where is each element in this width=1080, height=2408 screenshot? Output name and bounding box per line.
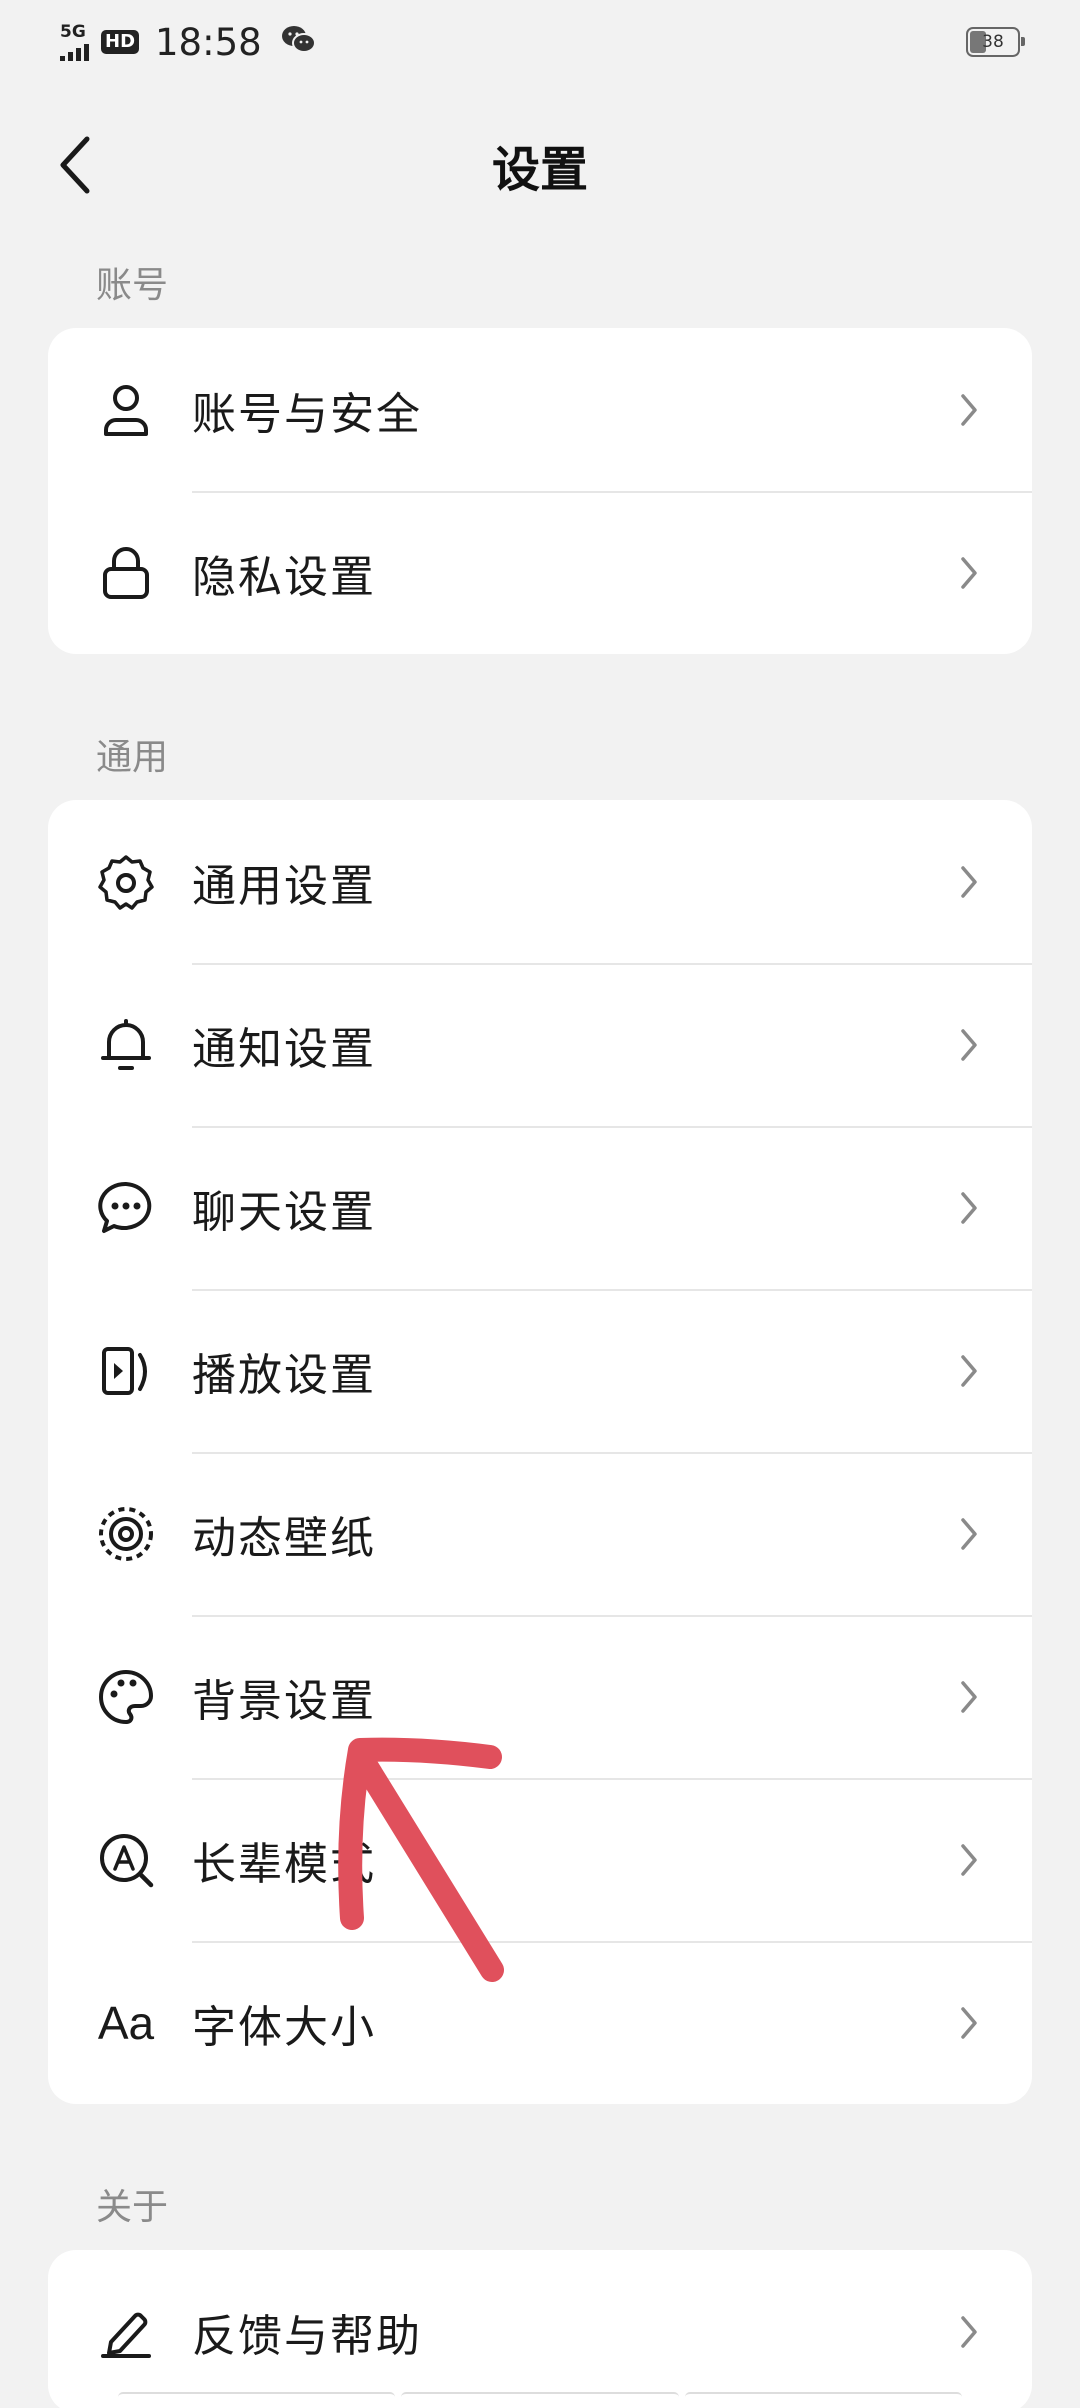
- row-label: 动态壁纸: [192, 1512, 376, 1564]
- font-size-row[interactable]: Aa 字体大小: [48, 1941, 1032, 2104]
- general-settings-row[interactable]: 通用设置: [48, 800, 1032, 963]
- section-label-about: 关于: [96, 2187, 169, 2228]
- row-label: 通用设置: [192, 860, 376, 912]
- play-icon: [96, 1341, 156, 1401]
- chevron-right-icon: [954, 1025, 984, 1065]
- battery-icon: 38: [966, 27, 1025, 57]
- background-settings-row[interactable]: 背景设置: [48, 1615, 1032, 1778]
- feedback-help-row[interactable]: 反馈与帮助: [48, 2250, 1032, 2408]
- bottom-scroll-hint: [118, 2392, 962, 2402]
- row-label: 隐私设置: [192, 551, 376, 603]
- chevron-right-icon: [954, 1677, 984, 1717]
- page-title: 设置: [491, 142, 588, 198]
- elder-mode-icon: [96, 1830, 156, 1890]
- chevron-right-icon: [954, 553, 984, 593]
- chat-settings-row[interactable]: 聊天设置: [48, 1126, 1032, 1289]
- about-card: 反馈与帮助: [48, 2250, 1032, 2408]
- general-card: 通用设置 通知设置 聊天设置 播放设置 动态壁纸 背景设置 长辈模式 Aa 字体…: [48, 800, 1032, 2104]
- chevron-right-icon: [954, 1514, 984, 1554]
- section-label-general: 通用: [96, 737, 169, 778]
- status-bar: 5G HD 18:58 38: [0, 0, 1080, 84]
- network-type: 5G: [60, 21, 86, 42]
- elder-mode-row[interactable]: 长辈模式: [48, 1778, 1032, 1941]
- row-label: 账号与安全: [192, 388, 422, 440]
- row-label: 聊天设置: [192, 1186, 376, 1238]
- chevron-right-icon: [954, 2312, 984, 2352]
- row-label: 反馈与帮助: [192, 2310, 422, 2362]
- chevron-right-icon: [954, 2003, 984, 2043]
- account-security-row[interactable]: 账号与安全: [48, 328, 1032, 491]
- font-size-icon: Aa: [96, 1993, 156, 2053]
- settings-screen: 5G HD 18:58 38 设置 账号 账号与安全 隐私设置 通用 通用设置 …: [0, 0, 1080, 2408]
- dynamic-wallpaper-row[interactable]: 动态壁纸: [48, 1452, 1032, 1615]
- chevron-right-icon: [954, 1188, 984, 1228]
- status-right: 38: [966, 27, 1025, 57]
- chevron-right-icon: [954, 862, 984, 902]
- palette-icon: [96, 1667, 156, 1727]
- account-card: 账号与安全 隐私设置: [48, 328, 1032, 654]
- chevron-left-icon: [60, 136, 90, 194]
- notification-settings-row[interactable]: 通知设置: [48, 963, 1032, 1126]
- gear-icon: [96, 852, 156, 912]
- row-label: 背景设置: [192, 1675, 376, 1727]
- chevron-right-icon: [954, 390, 984, 430]
- pencil-icon: [96, 2302, 156, 2362]
- font-size-icon-text: Aa: [97, 1996, 155, 2049]
- bell-icon: [96, 1015, 156, 1075]
- privacy-settings-row[interactable]: 隐私设置: [48, 491, 1032, 654]
- lock-icon: [96, 543, 156, 603]
- row-label: 长辈模式: [192, 1838, 376, 1890]
- wallpaper-icon: [96, 1504, 156, 1564]
- status-time: 18:58: [155, 20, 262, 64]
- wechat-icon: [280, 24, 316, 60]
- chevron-right-icon: [954, 1840, 984, 1880]
- row-label: 通知设置: [192, 1023, 376, 1075]
- person-icon: [96, 380, 156, 440]
- section-label-account: 账号: [96, 265, 169, 306]
- back-button[interactable]: [40, 130, 110, 200]
- status-left: 5G HD 18:58: [60, 21, 316, 64]
- row-label: 字体大小: [192, 2001, 376, 2053]
- battery-level: 38: [982, 32, 1004, 52]
- page-header: 设置: [0, 100, 1080, 230]
- signal-icon: 5G: [60, 21, 89, 61]
- chat-bubble-icon: [96, 1178, 156, 1238]
- hd-badge: HD: [101, 30, 140, 54]
- row-label: 播放设置: [192, 1349, 376, 1401]
- playback-settings-row[interactable]: 播放设置: [48, 1289, 1032, 1452]
- chevron-right-icon: [954, 1351, 984, 1391]
